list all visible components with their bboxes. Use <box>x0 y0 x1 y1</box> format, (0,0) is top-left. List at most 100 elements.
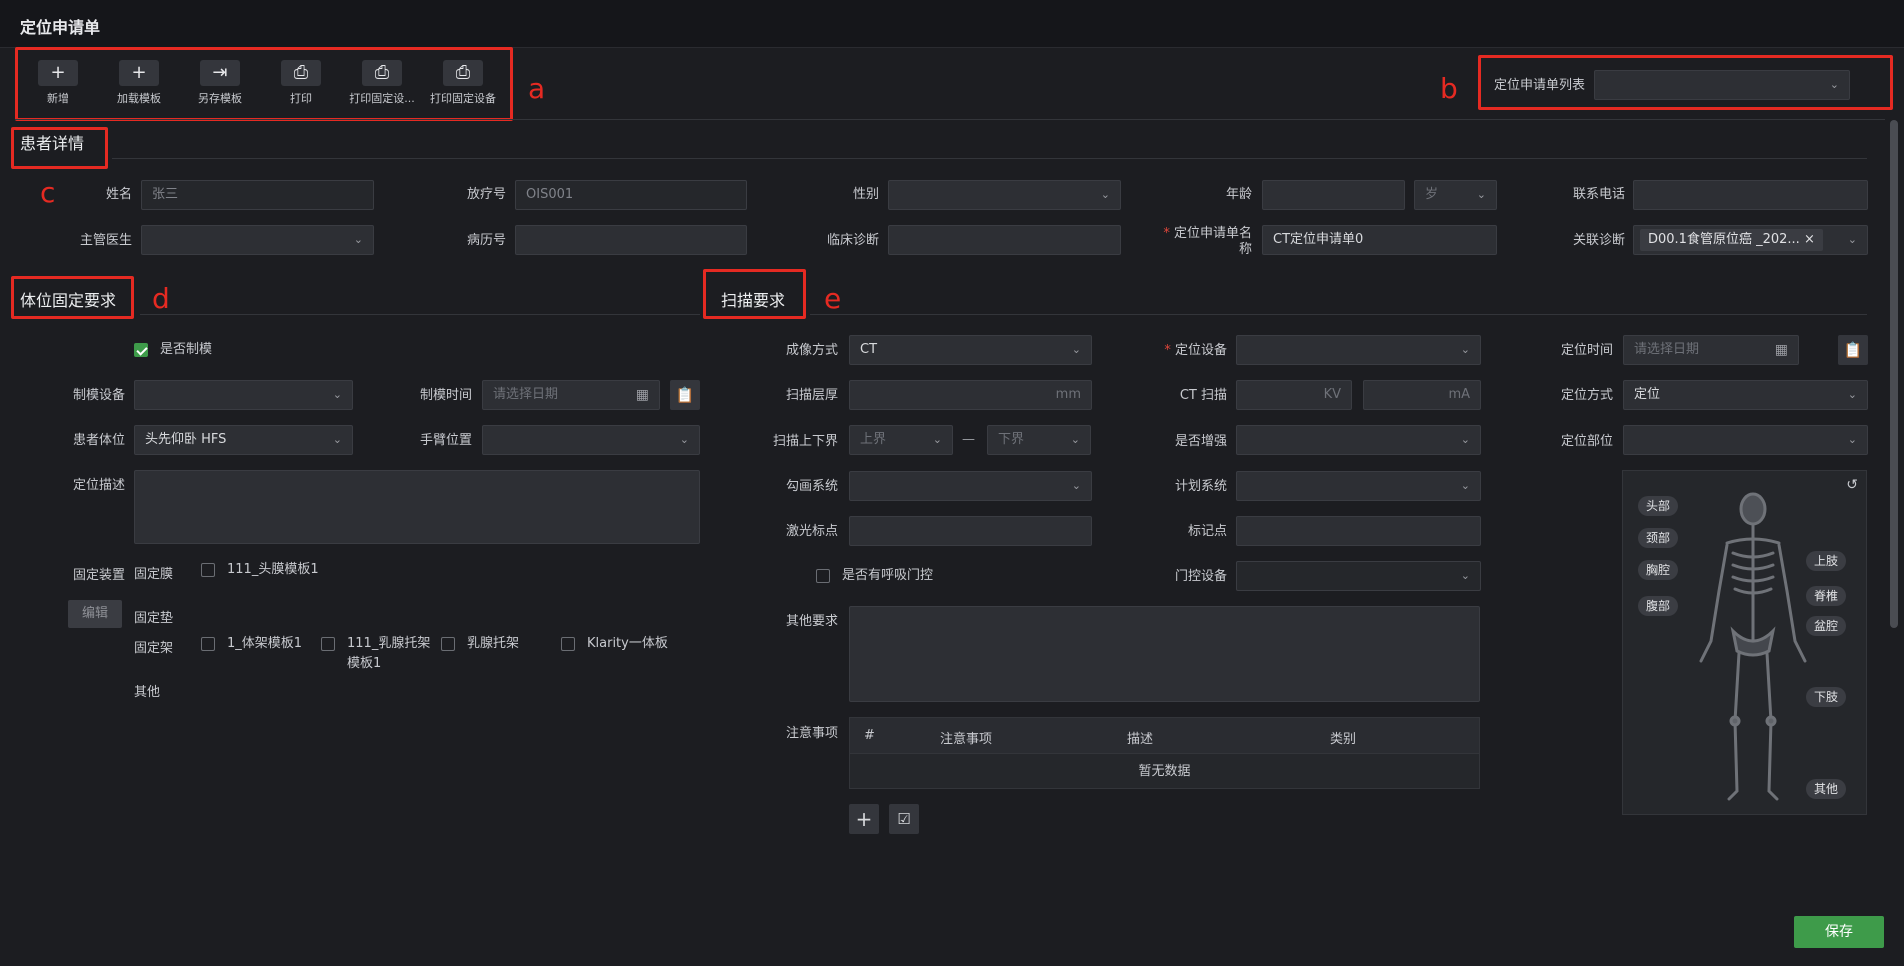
doctor-select[interactable]: ⌄ <box>141 225 374 255</box>
form-name-field[interactable]: CT定位申请单0 <box>1262 225 1497 255</box>
position-method-select[interactable]: 定位 ⌄ <box>1623 380 1868 410</box>
laser-marker-field[interactable] <box>849 516 1092 546</box>
lower-bound-select[interactable]: 下界 ⌄ <box>987 425 1091 455</box>
other-requirements-label: 其他要求 <box>785 614 838 629</box>
related-diagnosis-select[interactable]: D00.1食管原位癌 _202... × ⌄ <box>1633 225 1868 255</box>
chevron-down-icon: ⌄ <box>332 388 342 401</box>
body-map-panel: ↺ <box>1622 470 1867 815</box>
clipboard-button[interactable]: 📋 <box>1838 335 1868 365</box>
body-part-lower-limb[interactable]: 下肢 <box>1806 687 1847 707</box>
arm-position-select[interactable]: ⌄ <box>482 425 700 455</box>
mold-time-picker[interactable]: 请选择日期 ▦ <box>482 380 660 410</box>
body-part-head[interactable]: 头部 <box>1638 496 1679 516</box>
upper-bound-select[interactable]: 上界 ⌄ <box>849 425 953 455</box>
patient-position-select[interactable]: 头先仰卧 HFS ⌄ <box>134 425 353 455</box>
body-part-pelvis[interactable]: 盆腔 <box>1806 616 1847 636</box>
contour-system-label: 勾画系统 <box>785 479 838 494</box>
position-site-select[interactable]: ⌄ <box>1623 425 1868 455</box>
scan-thickness-field[interactable]: mm <box>849 380 1092 410</box>
plan-system-select[interactable]: ⌄ <box>1236 471 1481 501</box>
position-description-textarea[interactable] <box>134 470 700 544</box>
phone-label: 联系电话 <box>1572 187 1625 202</box>
chevron-down-icon: ⌄ <box>1476 188 1486 201</box>
chevron-down-icon: ⌄ <box>679 433 689 446</box>
scrollbar[interactable] <box>1890 120 1898 628</box>
gender-select[interactable]: ⌄ <box>888 180 1121 210</box>
range-separator: — <box>962 432 975 447</box>
kv-field[interactable]: KV <box>1236 380 1352 410</box>
frame-item-checkbox[interactable] <box>441 637 455 651</box>
divider <box>140 314 700 315</box>
diagnosis-field[interactable] <box>888 225 1121 255</box>
age-label: 年龄 <box>1225 187 1252 202</box>
clipboard-icon: 📋 <box>1843 341 1863 359</box>
frame-item-checkbox[interactable] <box>201 637 215 651</box>
chevron-down-icon: ⌄ <box>1070 433 1080 446</box>
other-requirements-textarea[interactable] <box>849 606 1480 702</box>
film-label: 固定膜 <box>134 567 174 582</box>
name-field[interactable]: 张三 <box>141 180 374 210</box>
enhance-label: 是否增强 <box>1174 434 1227 449</box>
chevron-down-icon: ⌄ <box>1460 569 1470 582</box>
diagnosis-tag: D00.1食管原位癌 _202... × <box>1640 229 1823 251</box>
body-part-chest[interactable]: 胸腔 <box>1638 560 1679 580</box>
contour-system-select[interactable]: ⌄ <box>849 471 1092 501</box>
age-unit-select[interactable]: 岁 ⌄ <box>1414 180 1497 210</box>
frame-item-label: 1_体架模板1 <box>227 636 303 651</box>
imaging-method-select[interactable]: CT ⌄ <box>849 335 1092 365</box>
scan-range-label: 扫描上下界 <box>772 434 838 449</box>
position-time-label: 定位时间 <box>1560 343 1613 358</box>
gating-device-label: 门控设备 <box>1174 569 1227 584</box>
pad-label: 固定垫 <box>134 611 174 626</box>
mold-device-select[interactable]: ⌄ <box>134 380 353 410</box>
annotation-box-a <box>15 47 513 121</box>
frame-item-label: Klarity一体板 <box>587 636 668 651</box>
column-header: # <box>864 728 875 743</box>
plan-system-label: 计划系统 <box>1174 479 1227 494</box>
table-header: # 注意事项 描述 类别 <box>850 718 1479 754</box>
chevron-down-icon: ⌄ <box>353 233 363 246</box>
frame-item-checkbox[interactable] <box>321 637 335 651</box>
notes-table: # 注意事项 描述 类别 暂无数据 <box>849 717 1480 789</box>
mold-time-label: 制模时间 <box>419 388 472 403</box>
chevron-down-icon: ⌄ <box>332 433 342 446</box>
film-item-checkbox[interactable] <box>201 563 215 577</box>
clipboard-button[interactable]: 📋 <box>670 380 700 410</box>
checklist-icon: ☑ <box>897 810 911 828</box>
record-field[interactable] <box>515 225 747 255</box>
enhance-select[interactable]: ⌄ <box>1236 425 1481 455</box>
close-icon[interactable]: × <box>1804 232 1815 247</box>
device-select[interactable]: ⌄ <box>1236 335 1481 365</box>
chevron-down-icon: ⌄ <box>1460 479 1470 492</box>
body-part-spine[interactable]: 脊椎 <box>1806 586 1847 606</box>
save-button[interactable]: 保存 <box>1794 916 1884 948</box>
form-name-label: * 定位申请单名称 <box>1163 226 1252 257</box>
note-template-button[interactable]: ☑ <box>889 804 919 834</box>
make-mold-checkbox[interactable] <box>134 343 148 357</box>
imaging-method-label: 成像方式 <box>785 343 838 358</box>
laser-marker-label: 激光标点 <box>785 524 838 539</box>
body-part-other[interactable]: 其他 <box>1806 779 1847 799</box>
frame-item-checkbox[interactable] <box>561 637 575 651</box>
annotation-box-c <box>11 127 108 169</box>
ma-field[interactable]: mA <box>1363 380 1481 410</box>
record-label: 病历号 <box>466 233 506 248</box>
position-time-picker[interactable]: 请选择日期 ▦ <box>1623 335 1799 365</box>
body-part-neck[interactable]: 颈部 <box>1638 528 1679 548</box>
body-part-upper-limb[interactable]: 上肢 <box>1806 551 1847 571</box>
marker-field[interactable] <box>1236 516 1481 546</box>
age-field[interactable] <box>1262 180 1405 210</box>
radio-no-field[interactable]: OIS001 <box>515 180 747 210</box>
reset-icon[interactable]: ↺ <box>1846 477 1858 493</box>
divider <box>810 314 1867 315</box>
gating-device-select[interactable]: ⌄ <box>1236 561 1481 591</box>
edit-button[interactable]: 编辑 <box>68 600 122 628</box>
phone-field[interactable] <box>1633 180 1868 210</box>
other-fixation-label: 其他 <box>134 685 161 700</box>
column-header: 描述 <box>1127 732 1154 747</box>
add-note-button[interactable]: + <box>849 804 879 834</box>
position-site-label: 定位部位 <box>1560 434 1613 449</box>
radio-no-label: 放疗号 <box>466 187 506 202</box>
body-part-abdomen[interactable]: 腹部 <box>1638 596 1679 616</box>
respiratory-gating-checkbox[interactable] <box>816 569 830 583</box>
